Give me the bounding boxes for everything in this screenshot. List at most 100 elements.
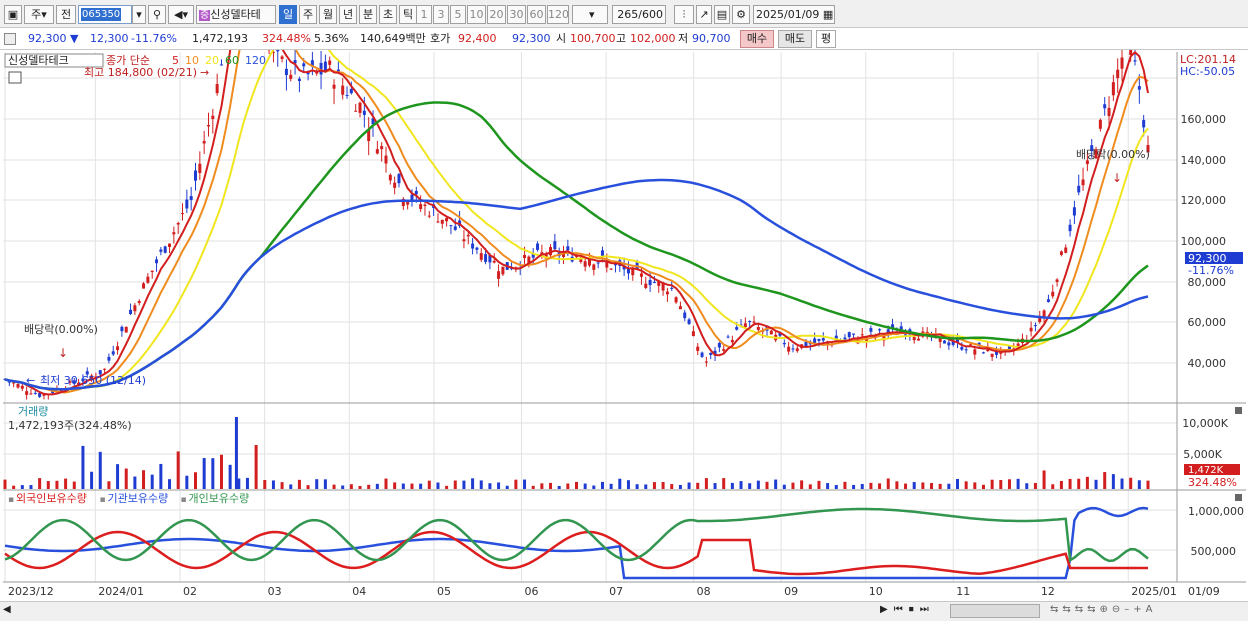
speaker-icon[interactable]: ◀▾ (168, 5, 194, 24)
volume-bar (575, 481, 578, 489)
scroll-left-icon[interactable]: ◀ (3, 604, 11, 615)
price-axis-label: 100,000 (1181, 235, 1227, 248)
link-icon[interactable] (4, 33, 16, 45)
code-dropdown-icon[interactable]: ▾ (132, 5, 146, 24)
volume-bar (306, 485, 310, 489)
buy-button[interactable]: 매수 (740, 30, 774, 48)
volume-bar (20, 485, 24, 489)
candle-body (206, 125, 210, 127)
count-input[interactable]: 265/600 (612, 5, 666, 24)
minute-tab-5[interactable]: 5 (450, 5, 466, 24)
stock-name-box[interactable]: 증신성델타테 (196, 5, 276, 24)
candle-body (968, 344, 972, 346)
candle-body (172, 232, 176, 235)
candle-body (332, 84, 336, 89)
minute-tab-30[interactable]: 30 (507, 5, 526, 24)
candle-body (678, 306, 682, 310)
volume-bar (1146, 480, 1150, 489)
volume-bar (358, 485, 362, 489)
volume-bar (202, 458, 206, 489)
minute-tab-3[interactable]: 3 (433, 5, 449, 24)
candle-body (1142, 120, 1146, 128)
candle-body (375, 149, 379, 154)
layout-icon[interactable]: ▣ (4, 5, 22, 24)
minute-tab-20[interactable]: 20 (487, 5, 506, 24)
holding-series-1: 기관보유수량 (108, 492, 169, 505)
candle-tool-icon[interactable]: ⫶ (674, 5, 694, 24)
search-icon[interactable]: ⚲ (148, 5, 166, 24)
candle-body (553, 241, 557, 250)
period-tab-0[interactable]: 일 (279, 5, 297, 24)
holding-series-0: 외국인보유수량 (16, 492, 87, 505)
candle-body (276, 50, 280, 52)
volume-bar (661, 481, 665, 489)
zoom-controls[interactable]: ⇆⇆⇆⇆⊕⊖–+A (1050, 604, 1157, 615)
candle-body (475, 247, 479, 250)
period-tab-3[interactable]: 년 (339, 5, 357, 24)
candle-body (596, 262, 600, 264)
draw-tool-icon[interactable]: ↗ (696, 5, 712, 24)
minute-tab-120[interactable]: 120 (547, 5, 569, 24)
gear-icon[interactable]: ⚙ (732, 5, 750, 24)
volume-bar (1137, 480, 1141, 489)
candle-body (1107, 107, 1111, 117)
volume-bar (523, 479, 527, 489)
candle-body (419, 204, 423, 209)
volume-panel-close-icon (1235, 407, 1242, 414)
date-input[interactable]: 2025/01/09 ▦ (753, 5, 835, 24)
x-axis-label: 01/09 (1188, 585, 1220, 598)
minute-tab-1[interactable]: 1 (416, 5, 432, 24)
candle-body (211, 115, 215, 120)
volume-bar (704, 478, 708, 489)
volume-bar (401, 483, 405, 489)
scroll-thumb[interactable] (950, 604, 1040, 618)
candle-body (1077, 185, 1081, 193)
volume-bar (791, 482, 795, 489)
period-tab-1[interactable]: 주 (299, 5, 317, 24)
stock-code-input[interactable]: 065350 (78, 5, 132, 24)
period-tab-5[interactable]: 초 (379, 5, 397, 24)
candle-body (756, 327, 760, 330)
candle-body (869, 328, 873, 332)
candle-body (16, 383, 20, 388)
minute-tab-60[interactable]: 60 (527, 5, 546, 24)
volume-bar (696, 482, 700, 489)
period-menu[interactable]: 주▾ (24, 5, 54, 24)
period-tab-6[interactable]: 틱 (399, 5, 417, 24)
holding-series-bullet: ▪ (181, 495, 187, 505)
candle-body (362, 110, 366, 115)
bid-label: 호가 (430, 32, 451, 45)
candle-body (328, 60, 332, 65)
prev-menu[interactable]: 전 (56, 5, 76, 24)
playback-controls[interactable]: ▶⏮⏹⏭ (880, 604, 935, 615)
volume-bar (635, 484, 639, 489)
stock-chart[interactable]: 신성델타테크 종가 단순 5 10 20 60 120최고 184,800 (02/21) →… (0, 50, 1248, 621)
candle-body (652, 281, 656, 283)
volume-bar (1033, 482, 1037, 489)
period-tab-2[interactable]: 월 (319, 5, 337, 24)
volume-bar (808, 484, 812, 489)
sell-button[interactable]: 매도 (778, 30, 812, 48)
save-icon[interactable]: ▤ (714, 5, 730, 24)
volume-bar (124, 468, 128, 489)
volume-bar (393, 482, 397, 489)
price-axis-label: 60,000 (1188, 316, 1227, 329)
volume-bar (72, 481, 76, 489)
period-tab-4[interactable]: 분 (359, 5, 377, 24)
minute-tab-10[interactable]: 10 (467, 5, 486, 24)
holding-series-bullet: ▪ (8, 495, 14, 505)
avg-button[interactable]: 평 (816, 30, 836, 48)
candle-body (700, 352, 704, 357)
volume-bar (90, 471, 94, 489)
unit-dropdown[interactable]: ▾ (572, 5, 608, 24)
candle-body (639, 273, 643, 277)
low-annotation: 최저 30,650 (12/14) (40, 374, 146, 387)
volume-bar (505, 485, 509, 489)
candle-body (501, 266, 505, 275)
volume-bar (1068, 478, 1072, 489)
candle-body (354, 110, 358, 112)
candle-body (1098, 119, 1102, 129)
candle-body (821, 338, 825, 341)
volume-bar (895, 481, 899, 489)
volume-bar (245, 477, 249, 489)
